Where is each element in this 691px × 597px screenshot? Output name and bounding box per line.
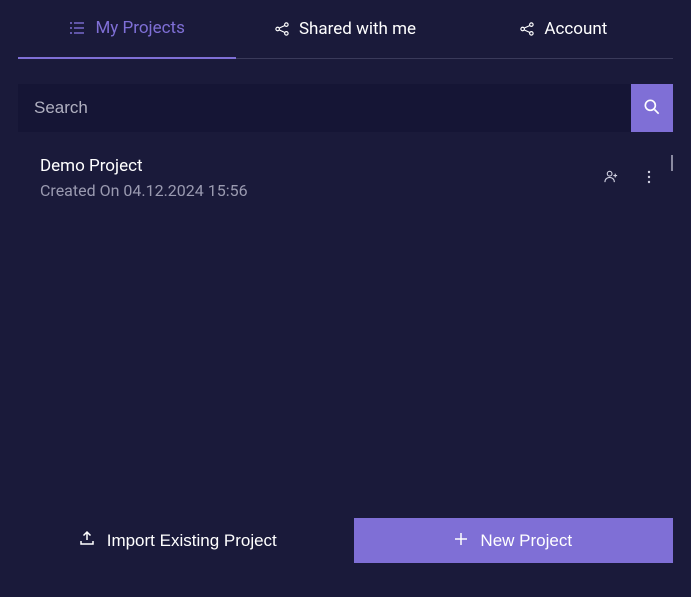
project-item[interactable]: Demo Project Created On 04.12.2024 15:56	[18, 150, 673, 210]
button-label: Import Existing Project	[107, 531, 277, 551]
import-project-button[interactable]: Import Existing Project	[18, 518, 338, 563]
tab-label: Shared with me	[299, 19, 416, 39]
search-row	[18, 84, 673, 132]
project-created-date: Created On 04.12.2024 15:56	[40, 181, 604, 200]
search-button[interactable]	[631, 84, 673, 132]
plus-icon	[454, 531, 468, 551]
tab-my-projects[interactable]: My Projects	[18, 0, 236, 59]
share-project-button[interactable]	[604, 169, 619, 188]
tab-label: My Projects	[95, 18, 184, 38]
scrollbar-thumb[interactable]	[671, 155, 673, 171]
project-actions	[604, 169, 651, 188]
tab-account[interactable]: Account	[455, 0, 673, 59]
search-icon	[642, 97, 662, 120]
projects-list: Demo Project Created On 04.12.2024 15:56	[18, 150, 673, 490]
project-info: Demo Project Created On 04.12.2024 15:56	[40, 156, 604, 200]
upload-icon	[79, 530, 95, 551]
share-icon	[275, 22, 289, 36]
share-icon	[520, 22, 534, 36]
bottom-buttons: Import Existing Project New Project	[18, 518, 673, 563]
more-options-button[interactable]	[647, 169, 651, 188]
user-share-icon	[604, 169, 619, 188]
new-project-button[interactable]: New Project	[354, 518, 674, 563]
tabs-bar: My Projects Shared with me Account	[0, 0, 691, 59]
search-input[interactable]	[18, 84, 631, 132]
project-title: Demo Project	[40, 156, 604, 176]
tab-label: Account	[544, 19, 607, 39]
list-icon	[69, 20, 85, 36]
button-label: New Project	[480, 531, 572, 551]
more-vertical-icon	[647, 169, 651, 188]
tab-shared-with-me[interactable]: Shared with me	[236, 0, 454, 59]
